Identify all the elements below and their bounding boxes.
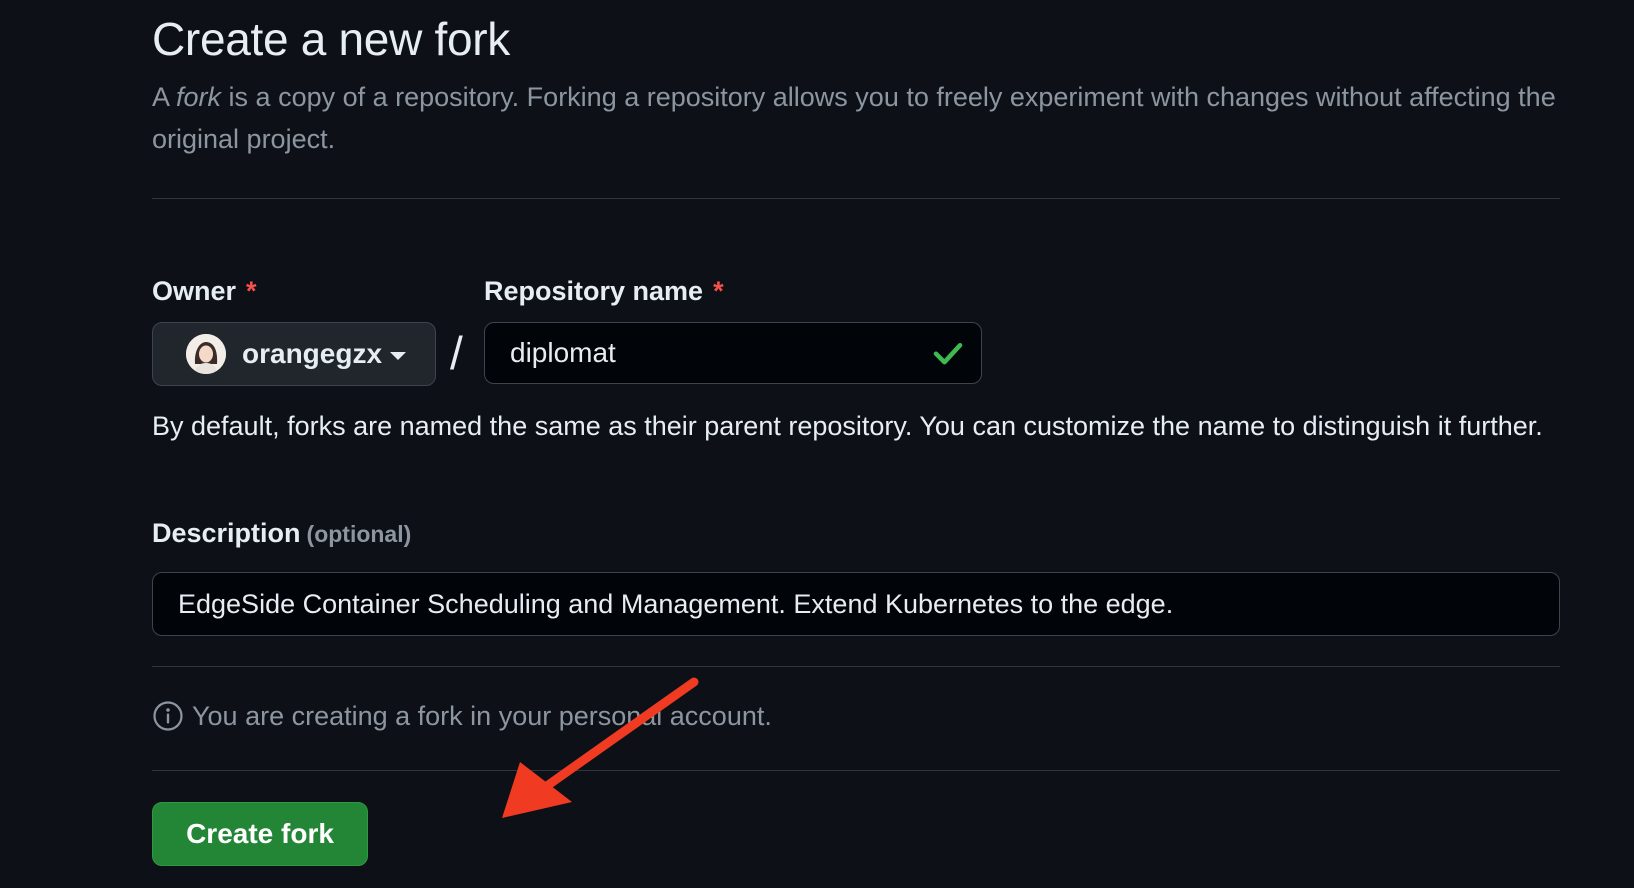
owner-name: orangegzx — [242, 338, 383, 369]
owner-label-text: Owner — [152, 276, 237, 306]
page-title: Create a new fork — [152, 13, 510, 65]
repository-name-input[interactable]: diplomat — [484, 322, 982, 384]
page-description: A fork is a copy of a repository. Forkin… — [152, 76, 1560, 160]
owner-repo-separator: / — [450, 327, 463, 379]
chevron-down-icon — [390, 351, 407, 360]
repository-name-hint: By default, forks are named the same as … — [152, 411, 1543, 441]
repository-name-value[interactable]: diplomat — [510, 337, 931, 369]
repository-name-label-text: Repository name — [484, 276, 704, 306]
owner-select-button[interactable]: orangegzx — [152, 322, 436, 386]
repository-required-mark: * — [713, 276, 724, 306]
header-divider — [152, 198, 1560, 199]
lead-emphasis: fork — [176, 82, 222, 112]
fork-page: Create a new fork A fork is a copy of a … — [0, 0, 1634, 888]
repository-name-label: Repository name * — [484, 276, 724, 307]
check-icon — [933, 342, 963, 365]
personal-account-notice: You are creating a fork in your personal… — [152, 700, 772, 732]
avatar — [186, 334, 226, 374]
description-input[interactable]: EdgeSide Container Scheduling and Manage… — [152, 572, 1560, 636]
description-optional-label: (optional) — [306, 521, 412, 547]
lead-suffix: is a copy of a repository. Forking a rep… — [152, 82, 1556, 154]
annotation-arrow — [502, 677, 699, 818]
avatar-image — [186, 334, 226, 374]
lead-prefix: A — [152, 82, 177, 112]
notice-text: You are creating a fork in your personal… — [192, 700, 772, 731]
description-value[interactable]: EdgeSide Container Scheduling and Manage… — [178, 589, 1173, 620]
owner-required-mark: * — [246, 276, 257, 306]
owner-label: Owner * — [152, 276, 257, 307]
create-fork-button[interactable]: Create fork — [152, 802, 368, 866]
actions-divider — [152, 770, 1560, 771]
description-label-text: Description — [152, 518, 301, 548]
description-label: Description (optional) — [152, 518, 411, 549]
form-divider — [152, 666, 1560, 667]
info-icon — [153, 701, 183, 731]
